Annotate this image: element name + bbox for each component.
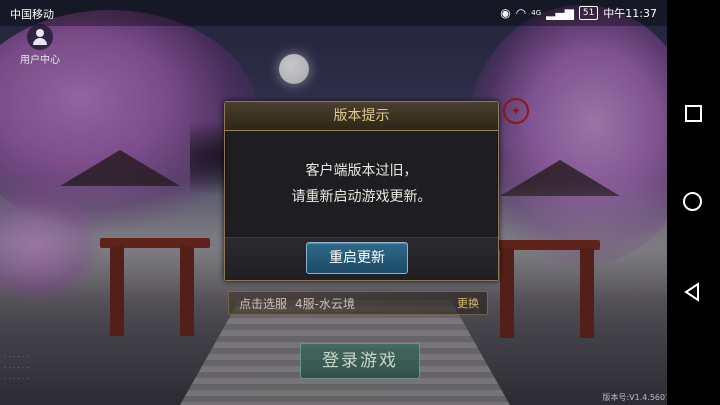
battery-icon: 51 <box>578 6 599 20</box>
server-prompt: 点击选服 <box>239 297 288 311</box>
network-type: 4G <box>531 9 542 17</box>
carrier-name: 中国移动 <box>10 8 54 21</box>
server-select[interactable]: 点击选服 4服-水云境 更换 <box>228 291 488 315</box>
recent-apps-icon[interactable] <box>683 103 703 123</box>
login-button[interactable]: 登录游戏 <box>300 343 420 379</box>
home-icon[interactable] <box>683 192 703 212</box>
user-center-label: 用户中心 <box>20 55 60 66</box>
status-icons: ◉ ◠ 4G ▂▄▆ 51 中午11:37 <box>500 5 657 21</box>
eye-icon: ◉ <box>500 6 511 20</box>
background-log-text: · · · · · · · · · · · · · · · · · · <box>4 353 29 383</box>
android-nav-bar <box>667 0 720 405</box>
server-name: 4服-水云境 <box>295 297 355 311</box>
dialog-title: 版本提示 <box>225 102 498 131</box>
version-dialog: 版本提示 客户端版本过旧， 请重新启动游戏更新。 重启更新 <box>224 101 499 281</box>
back-icon[interactable] <box>683 282 703 302</box>
user-center-button[interactable]: 用户中心 <box>18 24 62 66</box>
dialog-message-line2: 请重新启动游戏更新。 <box>291 189 432 205</box>
clock: 中午11:37 <box>603 7 657 20</box>
status-bar: 中国移动 ◉ ◠ 4G ▂▄▆ 51 中午11:37 <box>0 0 667 26</box>
signal-icon: ▂▄▆ <box>546 6 574 20</box>
user-icon <box>27 24 53 50</box>
change-server-link[interactable]: 更换 <box>457 292 479 316</box>
restart-update-button[interactable]: 重启更新 <box>306 242 408 274</box>
dialog-message-line1: 客户端版本过旧， <box>305 163 418 179</box>
wifi-icon: ◠ <box>515 6 527 20</box>
dialog-body: 客户端版本过旧， 请重新启动游戏更新。 <box>226 131 497 237</box>
dialog-footer: 重启更新 <box>225 237 498 280</box>
